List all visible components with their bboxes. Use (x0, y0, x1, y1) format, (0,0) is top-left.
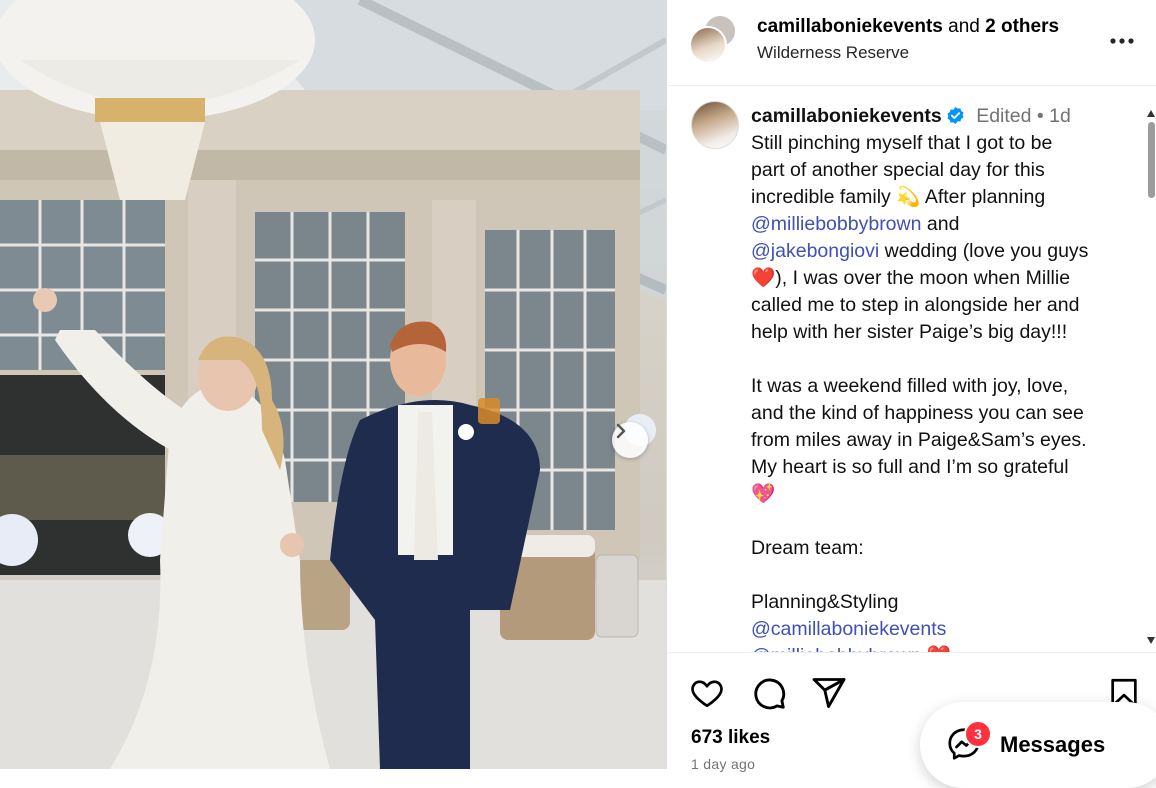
share-button[interactable] (811, 675, 849, 713)
caption-line: 💖 (751, 483, 776, 505)
carousel-next-button[interactable] (612, 422, 648, 458)
share-icon (812, 678, 846, 708)
caption-line: Dream team: (751, 537, 864, 559)
post-timestamp: 1 day ago (691, 756, 756, 772)
comment-icon (754, 678, 786, 710)
caption-avatar[interactable] (691, 101, 739, 149)
edited-label: Edited (976, 105, 1032, 127)
authors-and-text: and (942, 16, 986, 37)
post-photo[interactable] (0, 0, 666, 769)
caption-line: ❤️), I was over the moon when Millie (751, 267, 1071, 289)
caption-section: camillaboniekevents Edited • 1d Still pi… (667, 86, 1156, 652)
mention-link[interactable]: @milliebobbybrown (751, 213, 921, 235)
messages-label: Messages (1000, 732, 1106, 757)
author-username-link[interactable]: camillaboniekevents (757, 16, 943, 37)
caption-line: called me to step in alongside her and (751, 294, 1080, 316)
post-header: camillaboniekevents and 2 others Wildern… (667, 0, 1156, 86)
caption-line: from miles away in Paige&Sam’s eyes. (751, 429, 1087, 451)
chevron-right-icon (616, 423, 626, 439)
caption-line: part of another special day for this (751, 159, 1045, 181)
more-options-button[interactable] (1107, 26, 1137, 56)
scroll-up-arrow[interactable] (1147, 110, 1155, 117)
mention-link[interactable]: @milliebobbybrown ❤️ (751, 643, 1136, 652)
caption-line: and the kind of happiness you can see (751, 402, 1084, 424)
meta-separator: • (1031, 105, 1050, 127)
scrollbar-thumb[interactable] (1148, 122, 1155, 198)
mention-link[interactable]: @jakebongiovi (751, 240, 879, 262)
messages-button[interactable]: 3 Messages (920, 702, 1156, 788)
others-link[interactable]: 2 others (985, 16, 1059, 37)
avatar-primary[interactable] (689, 26, 727, 64)
heart-icon (691, 680, 723, 708)
post-authors: camillaboniekevents and 2 others (757, 16, 1059, 38)
caption-line: Planning&Styling (751, 591, 899, 613)
caption-line: It was a weekend filled with joy, love, (751, 375, 1069, 397)
caption-line: My heart is so full and I’m so grateful (751, 456, 1069, 478)
caption-text: and (921, 213, 960, 235)
caption-line: help with her sister Paige’s big day!!! (751, 321, 1068, 343)
post-details-panel: camillaboniekevents and 2 others Wildern… (666, 0, 1156, 772)
post-time[interactable]: 1d (1049, 105, 1071, 127)
caption-text: wedding (love you guys (879, 240, 1089, 262)
unread-messages-badge: 3 (964, 720, 992, 748)
mention-link[interactable]: @camillaboniekevents (751, 616, 1136, 643)
likes-count[interactable]: 673 likes (691, 727, 770, 749)
caption-username-link[interactable]: camillaboniekevents (751, 105, 942, 127)
location-link[interactable]: Wilderness Reserve (757, 43, 909, 63)
wedding-photo-illustration (0, 0, 666, 769)
comment-button[interactable] (751, 675, 789, 713)
collab-avatars[interactable] (689, 14, 737, 64)
like-button[interactable] (689, 675, 727, 713)
scroll-down-arrow[interactable] (1147, 637, 1155, 644)
caption-body: camillaboniekevents Edited • 1d Still pi… (751, 103, 1136, 652)
verified-badge-icon (947, 106, 964, 125)
caption-line: Still pinching myself that I got to be (751, 132, 1053, 154)
caption-line: incredible family 💫 After planning (751, 186, 1046, 208)
more-options-icon (1110, 38, 1134, 44)
